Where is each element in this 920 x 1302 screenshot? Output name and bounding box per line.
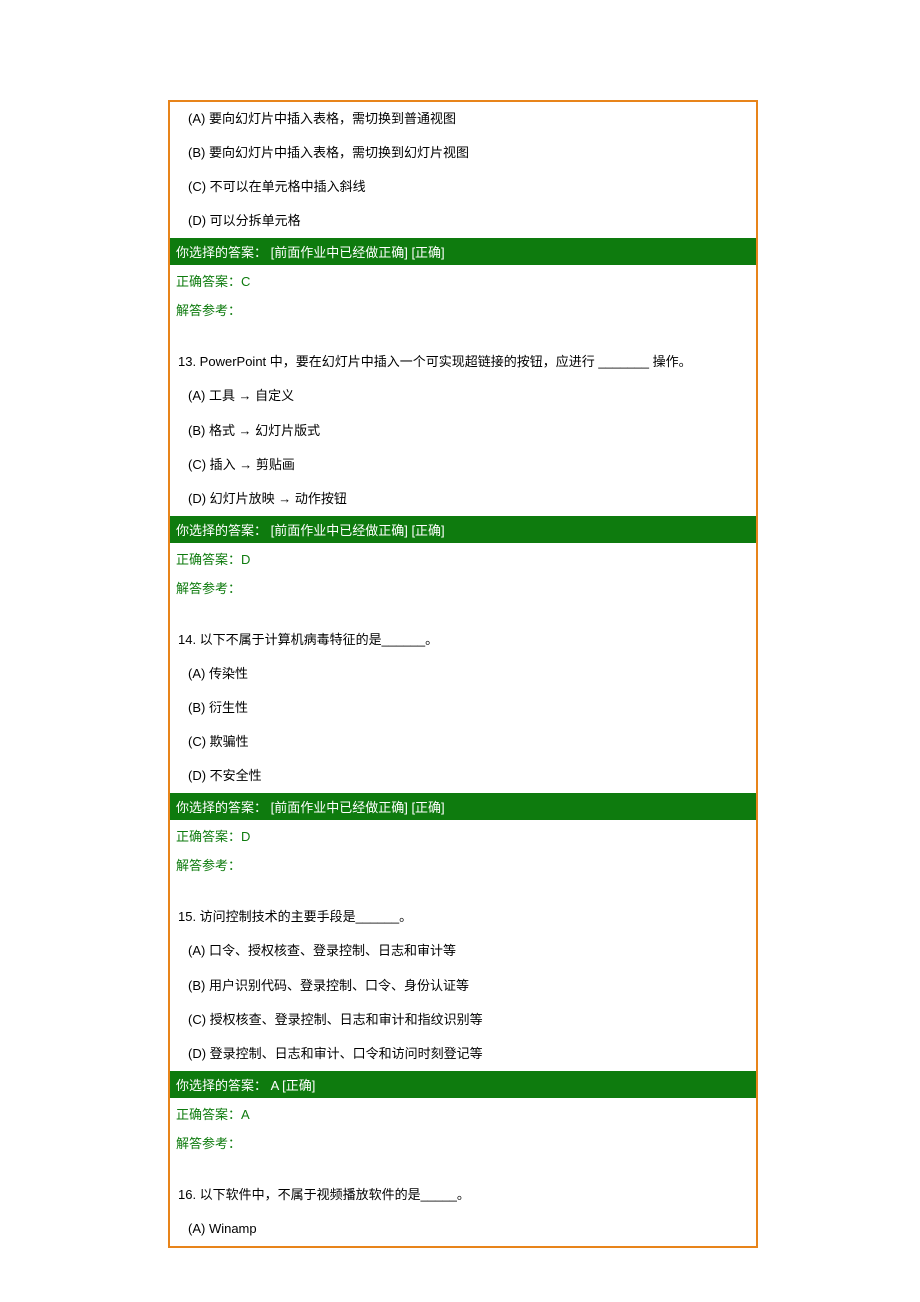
- q13-option-d: (D) 幻灯片放映 → 动作按钮: [170, 482, 756, 516]
- q12-option-a: (A) 要向幻灯片中插入表格，需切换到普通视图: [170, 102, 756, 136]
- q12-correct-answer: 正确答案：C: [170, 265, 756, 294]
- q15-stem: 15. 访问控制技术的主要手段是______。: [170, 896, 756, 934]
- q15-option-b: (B) 用户识别代码、登录控制、口令、身份认证等: [170, 969, 756, 1003]
- q13-reference: 解答参考：: [170, 572, 756, 601]
- q14-stem: 14. 以下不属于计算机病毒特征的是______。: [170, 619, 756, 657]
- spacer: [170, 878, 756, 896]
- q13-stem: 13. PowerPoint 中，要在幻灯片中插入一个可实现超链接的按钮，应进行…: [170, 341, 756, 379]
- q13-selected-answer: 你选择的答案： [前面作业中已经做正确] [正确]: [170, 516, 756, 543]
- quiz-page: (A) 要向幻灯片中插入表格，需切换到普通视图 (B) 要向幻灯片中插入表格，需…: [168, 100, 758, 1248]
- q14-option-c: (C) 欺骗性: [170, 725, 756, 759]
- q12-reference: 解答参考：: [170, 294, 756, 323]
- spacer: [170, 601, 756, 619]
- q16-option-a: (A) Winamp: [170, 1212, 756, 1246]
- q14-correct-answer: 正确答案：D: [170, 820, 756, 849]
- q15-selected-answer: 你选择的答案： A [正确]: [170, 1071, 756, 1098]
- q15-option-c: (C) 授权核查、登录控制、日志和审计和指纹识别等: [170, 1003, 756, 1037]
- q13-option-b: (B) 格式 → 幻灯片版式: [170, 414, 756, 448]
- q14-selected-answer: 你选择的答案： [前面作业中已经做正确] [正确]: [170, 793, 756, 820]
- spacer: [170, 323, 756, 341]
- q12-option-c: (C) 不可以在单元格中插入斜线: [170, 170, 756, 204]
- q13-correct-answer: 正确答案：D: [170, 543, 756, 572]
- q15-option-d: (D) 登录控制、日志和审计、口令和访问时刻登记等: [170, 1037, 756, 1071]
- q12-option-d: (D) 可以分拆单元格: [170, 204, 756, 238]
- q14-option-a: (A) 传染性: [170, 657, 756, 691]
- q15-correct-answer: 正确答案：A: [170, 1098, 756, 1127]
- q13-option-a: (A) 工具 → 自定义: [170, 379, 756, 413]
- q15-reference: 解答参考：: [170, 1127, 756, 1156]
- q14-option-d: (D) 不安全性: [170, 759, 756, 793]
- q13-option-c: (C) 插入 → 剪贴画: [170, 448, 756, 482]
- q14-reference: 解答参考：: [170, 849, 756, 878]
- q12-option-b: (B) 要向幻灯片中插入表格，需切换到幻灯片视图: [170, 136, 756, 170]
- q16-stem: 16. 以下软件中，不属于视频播放软件的是_____。: [170, 1174, 756, 1212]
- spacer: [170, 1156, 756, 1174]
- q12-selected-answer: 你选择的答案： [前面作业中已经做正确] [正确]: [170, 238, 756, 265]
- q15-option-a: (A) 口令、授权核查、登录控制、日志和审计等: [170, 934, 756, 968]
- q14-option-b: (B) 衍生性: [170, 691, 756, 725]
